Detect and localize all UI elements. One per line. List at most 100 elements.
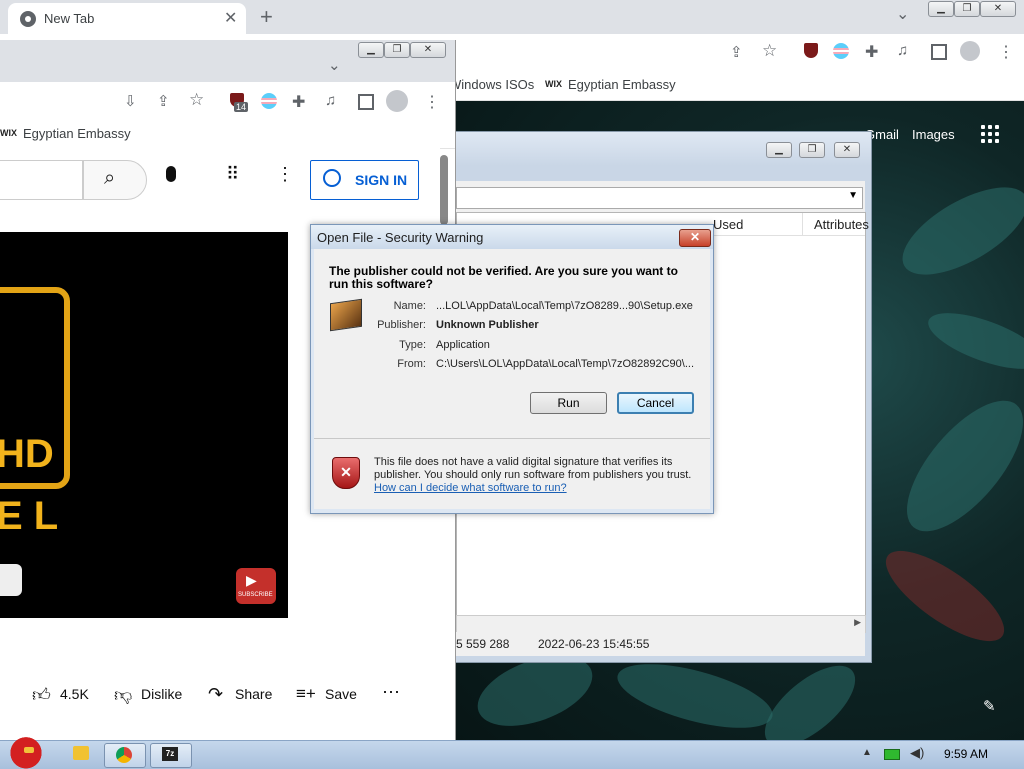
7zip-icon: 7z [162,747,178,761]
media-control-icon[interactable]: ♫ [897,42,908,59]
search-button[interactable]: ⌕ [83,160,147,200]
menu-kebab-icon[interactable]: ⋮ [998,42,1014,62]
notification-bell-icon[interactable] [0,564,22,596]
column-header-used[interactable]: Used [713,217,743,232]
install-app-icon[interactable]: ⇩ [124,92,137,110]
status-size: 5 559 288 [456,637,510,651]
taskbar-clock[interactable]: 9:59 AM [944,747,988,761]
extensions-puzzle-icon[interactable]: ✚ [292,92,305,112]
path-combobox[interactable]: ▼ [456,187,863,209]
dialog-close-button[interactable]: ✕ [679,229,711,247]
run-button[interactable]: Run [530,392,607,414]
dialog-titlebar[interactable]: Open File - Security Warning ✕ [311,225,713,249]
back-toolbar: ⇪ ☆ ✚ ♫ ⋮ [455,34,1024,72]
dislike-label[interactable]: Dislike [141,686,182,702]
extension-flag-icon[interactable] [261,93,277,109]
status-bar: 5 559 288 2022-06-23 15:45:55 [456,632,865,656]
video-actions: 👍︎ 4.5K 👎︎ Dislike ↷ Share ≡+ Save ⋯ [0,680,440,710]
dialog-separator [314,438,710,439]
help-link[interactable]: How can I decide what software to run? [374,482,567,494]
like-icon[interactable]: 👍︎ [32,684,51,706]
page-scrollbar[interactable] [440,155,448,225]
file-manager-titlebar: ▁ ❐ ✕ [431,132,871,166]
from-label: From: [397,358,426,370]
profile-avatar-icon[interactable] [960,41,980,61]
extension-flag-icon[interactable] [833,43,849,59]
search-input[interactable] [0,160,83,200]
menu-kebab-icon[interactable]: ⋮ [424,92,440,112]
type-label: Type: [399,339,426,351]
zip-restore-button[interactable]: ❐ [799,142,825,158]
status-date: 2022-06-23 15:45:55 [538,637,650,651]
settings-kebab-icon[interactable]: ⋮ [276,164,294,185]
sign-in-button[interactable]: SIGN IN [310,160,419,200]
front-minimize-button[interactable]: ▁ [358,42,384,58]
bookmark-star-icon[interactable]: ☆ [189,90,204,110]
column-header-attributes[interactable]: Attributes [814,217,869,232]
bookmark-egyptian-embassy[interactable]: Egyptian Embassy [23,126,131,141]
tab-new-tab[interactable]: New Tab ✕ [8,3,246,34]
like-count[interactable]: 4.5K [60,686,89,702]
extensions-puzzle-icon[interactable]: ✚ [865,42,878,62]
images-link[interactable]: Images [912,127,955,142]
start-button[interactable] [6,733,46,769]
share-arrow-icon[interactable]: ↷ [208,684,223,705]
bookmark-windows-isos[interactable]: Windows ISOs [449,77,534,92]
bookmark-star-icon[interactable]: ☆ [762,41,777,61]
tab-search-chevron-icon[interactable]: ⌄ [896,4,909,24]
publisher-label: Publisher: [377,319,426,331]
tab-close-icon[interactable]: ✕ [224,8,237,28]
share-label[interactable]: Share [235,686,272,702]
customize-pencil-icon[interactable]: ✎ [983,697,996,715]
new-tab-button[interactable]: + [260,4,273,30]
cancel-button[interactable]: Cancel [617,392,694,414]
logo-el-text: E L [0,494,59,538]
front-close-button[interactable]: ✕ [410,42,446,58]
from-value: C:\Users\LOL\AppData\Local\Temp\7zO82892… [436,358,695,370]
zip-minimize-button[interactable]: ▁ [766,142,792,158]
play-icon: ▶ [246,572,257,588]
show-hidden-icons-icon[interactable]: ▲ [862,747,872,758]
save-label[interactable]: Save [325,686,357,702]
security-warning-dialog: Open File - Security Warning ✕ The publi… [310,224,714,514]
zip-close-button[interactable]: ✕ [834,142,860,158]
minimize-button[interactable]: ▁ [928,1,954,17]
dislike-icon[interactable]: 👎︎ [114,684,132,706]
wix-icon: WIX [0,128,17,138]
more-actions-icon[interactable]: ⋯ [382,682,400,703]
taskbar-chrome-button[interactable] [104,743,146,768]
front-titlebar: ▁ ❐ ✕ ⌄ [0,40,455,82]
ublock-extension-icon[interactable] [804,43,818,58]
explorer-folder-icon[interactable] [73,746,89,760]
horizontal-scrollbar[interactable]: ▶ [456,615,866,633]
chrome-icon [116,747,132,763]
media-control-icon[interactable]: ♫ [325,92,336,109]
dropdown-arrow-icon[interactable]: ▼ [848,190,858,201]
profile-avatar-icon[interactable] [386,90,408,112]
video-player[interactable]: HD E L ▶ SUBSCRIBE [0,232,288,618]
restore-button[interactable]: ❐ [954,1,980,17]
close-button[interactable]: ✕ [980,1,1016,17]
apps-grid-icon[interactable]: ⠿ [226,164,239,185]
bookmark-egyptian-embassy[interactable]: Egyptian Embassy [568,77,676,92]
battery-icon[interactable] [884,749,900,760]
microphone-icon[interactable] [166,166,176,182]
scroll-right-arrow-icon[interactable]: ▶ [854,617,861,628]
share-icon[interactable]: ⇪ [157,92,170,110]
bookmarks-bar: Windows ISOs WIX Egyptian Embassy [449,72,1024,101]
subscribe-badge[interactable]: ▶ SUBSCRIBE [236,568,276,604]
save-playlist-icon[interactable]: ≡+ [296,684,316,704]
side-panel-icon[interactable] [931,44,947,60]
google-apps-icon[interactable] [981,125,999,143]
volume-icon[interactable]: ◀) [910,745,924,761]
front-restore-button[interactable]: ❐ [384,42,410,58]
taskbar-7zip-button[interactable]: 7z [150,743,192,768]
tab-search-chevron-icon[interactable]: ⌄ [328,56,341,74]
account-icon [323,169,341,187]
type-value: Application [436,339,490,351]
dialog-title: Open File - Security Warning [317,230,484,245]
side-panel-icon[interactable] [358,94,374,110]
share-icon[interactable]: ⇪ [730,43,743,61]
start-beak-icon [24,747,34,753]
sign-in-label: SIGN IN [355,172,408,188]
